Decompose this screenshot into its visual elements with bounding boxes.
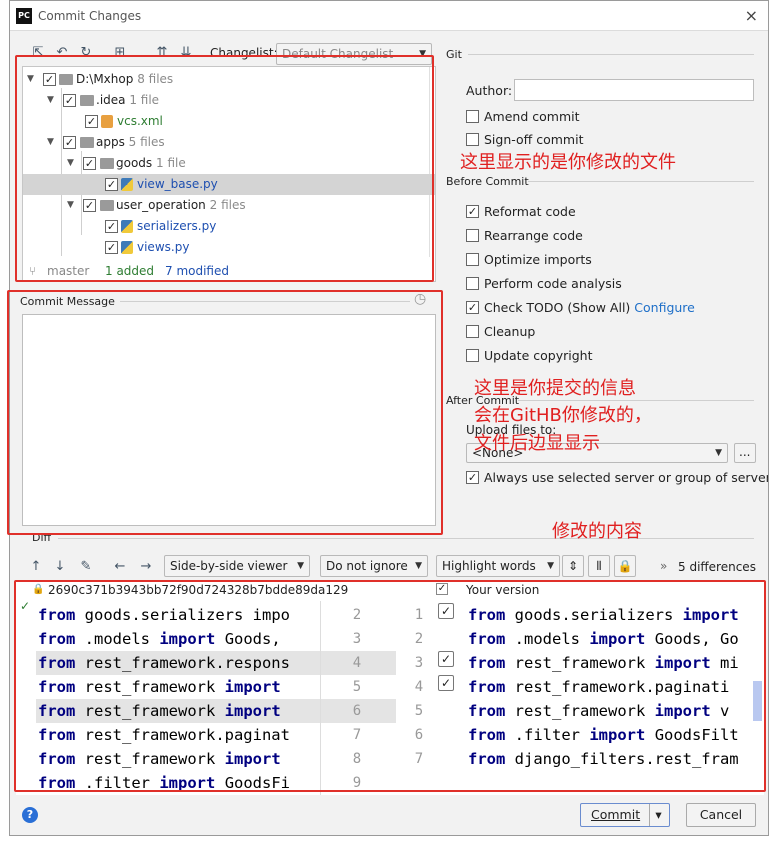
arrow-up-icon[interactable]: ↑ xyxy=(28,559,44,575)
checkbox[interactable] xyxy=(466,229,479,242)
chevron-down-icon: ▼ xyxy=(297,561,304,571)
annotation-box-diff xyxy=(14,580,766,792)
ignore-value: Do not ignore xyxy=(326,559,408,573)
signoff-label: Sign-off commit xyxy=(484,132,584,147)
highlight-select[interactable]: Highlight words ▼ xyxy=(436,555,560,577)
checkbox[interactable] xyxy=(466,253,479,266)
viewer-value: Side-by-side viewer xyxy=(170,559,288,573)
divider xyxy=(528,181,754,182)
checkbox[interactable] xyxy=(466,325,479,338)
option-label: Optimize imports xyxy=(484,252,592,267)
annotation-message-2: 会在GitHB你修改的， xyxy=(474,405,652,426)
option-label: Reformat code xyxy=(484,204,576,219)
checkbox[interactable]: ✓ xyxy=(466,301,479,314)
title-bar: PC Commit Changes × xyxy=(10,1,768,31)
checkbox[interactable] xyxy=(466,110,479,123)
upload-more-button[interactable]: ... xyxy=(734,443,756,463)
option-label: Perform code analysis xyxy=(484,276,622,291)
differences-count: 5 differences xyxy=(678,560,756,574)
annotation-files: 这里显示的是你修改的文件 xyxy=(460,152,676,173)
pycharm-logo-icon: PC xyxy=(16,8,32,24)
collapse-unchanged-icon[interactable]: ⇕ xyxy=(562,555,584,577)
arrow-right-icon[interactable]: → xyxy=(138,559,154,575)
option-label: Update copyright xyxy=(484,348,593,363)
cancel-button[interactable]: Cancel xyxy=(686,803,756,827)
arrow-left-icon[interactable]: ← xyxy=(112,559,128,575)
option-label: Always use selected server or group of s… xyxy=(484,470,769,485)
option-label: Rearrange code xyxy=(484,228,583,243)
edit-icon[interactable]: ✎ xyxy=(78,559,94,575)
annotation-message-1: 这里是你提交的信息 xyxy=(474,378,636,399)
help-button[interactable]: ? xyxy=(22,807,38,823)
lock-icon[interactable]: 🔒 xyxy=(614,555,636,577)
highlight-value: Highlight words xyxy=(442,559,536,573)
chevron-down-icon: ▼ xyxy=(415,561,422,571)
more-icon[interactable]: » xyxy=(660,559,667,573)
author-input[interactable] xyxy=(514,79,754,101)
option-label: Cleanup xyxy=(484,324,536,339)
synchronize-scroll-icon[interactable]: ⫴ xyxy=(588,555,610,577)
option-label: Check TODO (Show All) xyxy=(484,300,631,315)
checkbox[interactable] xyxy=(466,277,479,290)
annotation-message-3: 文件后边显显示 xyxy=(474,433,600,454)
annotation-diff: 修改的内容 xyxy=(552,521,642,542)
window-title: Commit Changes xyxy=(38,9,142,23)
before-commit-label: Before Commit xyxy=(446,175,529,188)
divider xyxy=(468,54,754,55)
divider xyxy=(58,538,754,539)
chevron-down-icon[interactable]: ▾ xyxy=(649,804,667,826)
chevron-down-icon: ▼ xyxy=(547,561,554,571)
annotation-box-message xyxy=(7,290,443,535)
configure-link[interactable]: Configure xyxy=(634,300,695,315)
checkbox[interactable] xyxy=(466,349,479,362)
arrow-down-icon[interactable]: ↓ xyxy=(52,559,68,575)
git-section-label: Git xyxy=(446,48,462,61)
whitespace-select[interactable]: Do not ignore ▼ xyxy=(320,555,428,577)
annotation-box-files xyxy=(15,55,434,282)
checkbox[interactable] xyxy=(466,133,479,146)
amend-label: Amend commit xyxy=(484,109,580,124)
author-label: Author: xyxy=(466,83,513,98)
viewer-select[interactable]: Side-by-side viewer ▼ xyxy=(164,555,310,577)
commit-button[interactable]: Commit ▾ xyxy=(580,803,670,827)
commit-label: Commit xyxy=(591,807,641,822)
close-icon[interactable]: × xyxy=(745,6,758,25)
chevron-down-icon: ▼ xyxy=(715,448,722,458)
checkbox[interactable]: ✓ xyxy=(466,205,479,218)
checkbox[interactable]: ✓ xyxy=(466,471,479,484)
